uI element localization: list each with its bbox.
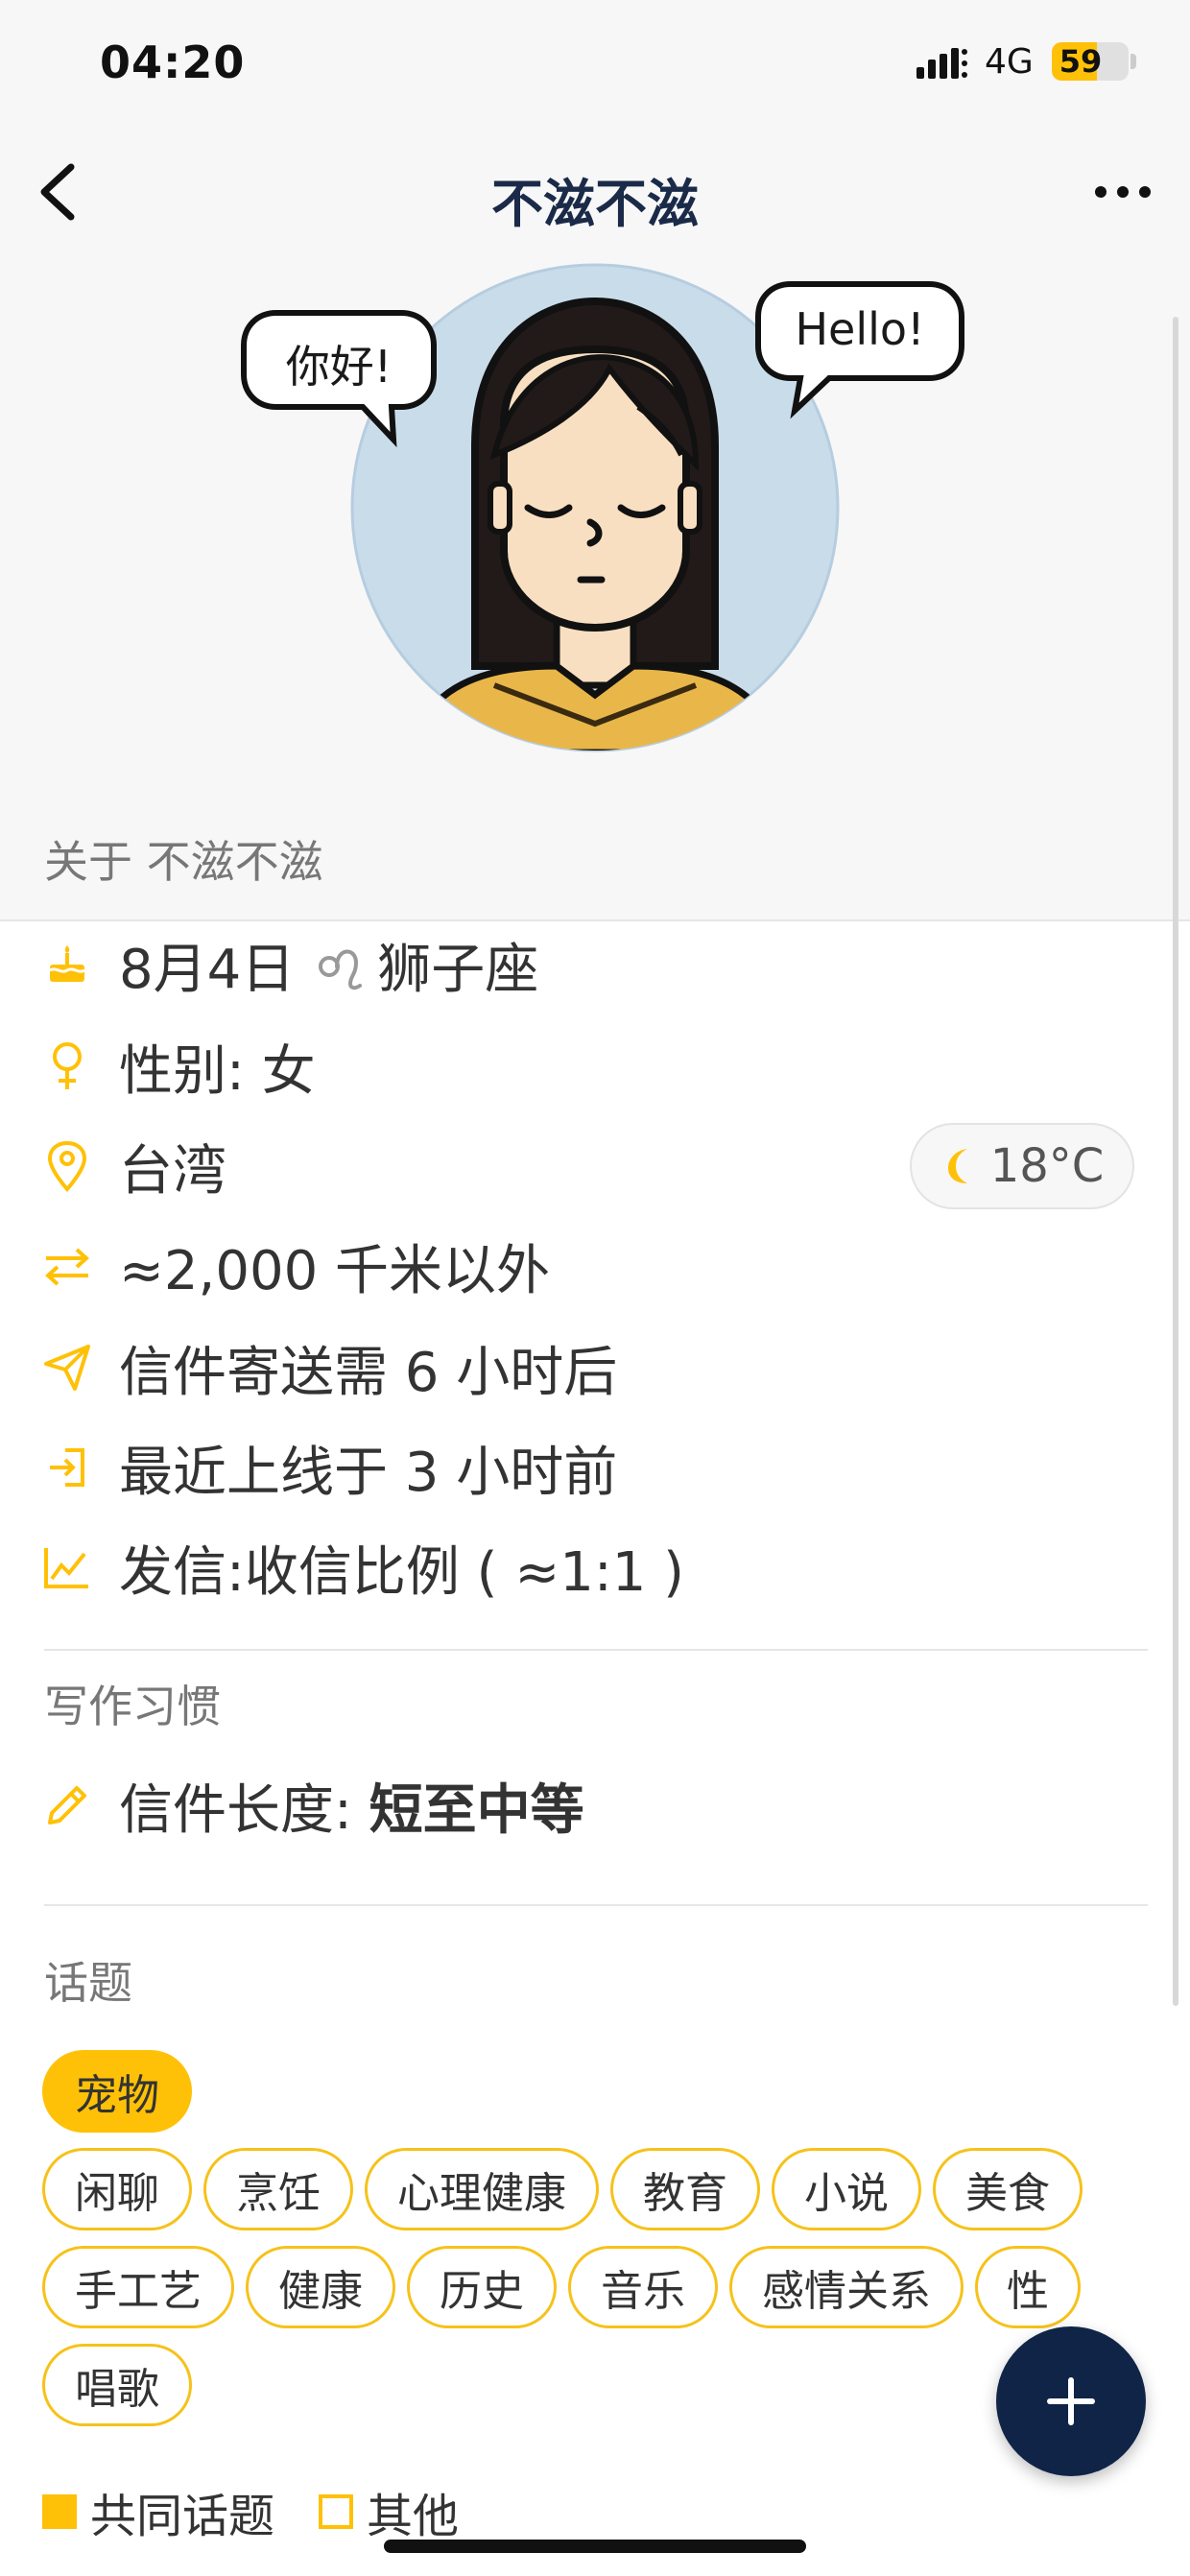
topic-tag[interactable]: 心理健康 <box>365 2148 599 2230</box>
moon-icon <box>947 1149 967 1183</box>
divider <box>44 1649 1148 1651</box>
profile-header: 不滋不滋 你好! Hello! <box>0 134 1190 921</box>
location-text: 台湾 <box>119 1139 226 1203</box>
leo-icon <box>319 949 363 990</box>
topic-tag[interactable]: 唱歌 <box>42 2344 192 2426</box>
battery-icon: 59 <box>1052 42 1129 81</box>
female-icon <box>38 1038 96 1095</box>
topic-tag-label: 美食 <box>965 2169 1050 2218</box>
pencil-icon <box>38 1777 96 1834</box>
delivery-row: 信件寄送需 6 小时后 <box>38 1324 617 1411</box>
more-dots-icon <box>1095 186 1151 198</box>
letter-length-label: 信件长度: <box>119 1778 369 1842</box>
topic-tag-label: 感情关系 <box>762 2267 931 2316</box>
send-icon <box>38 1339 96 1396</box>
topic-tag[interactable]: 教育 <box>610 2148 760 2230</box>
gender-row: 性别: 女 <box>38 1023 316 1109</box>
distance-text: ≈2,000 千米以外 <box>119 1239 551 1302</box>
speech-bubble-shape <box>755 281 964 419</box>
weather-chip[interactable]: 18°C <box>910 1123 1134 1209</box>
network-type: 4G <box>985 42 1034 82</box>
topic-tag[interactable]: 烹饪 <box>203 2148 353 2230</box>
topic-tag-label: 烹饪 <box>236 2169 321 2218</box>
cake-icon <box>38 936 96 993</box>
more-button[interactable] <box>1084 173 1161 211</box>
distance-row: ≈2,000 千米以外 <box>38 1223 550 1309</box>
divider <box>44 1904 1148 1906</box>
topic-tag[interactable]: 性 <box>975 2246 1081 2328</box>
status-time: 04:20 <box>100 36 246 88</box>
home-indicator[interactable] <box>384 2540 806 2553</box>
profile-screen: 04:20 4G 59 不滋不滋 你好! Hello! 关于 不滋不滋 8月4日… <box>0 0 1190 2576</box>
letter-length-value: 短至中等 <box>369 1778 584 1842</box>
weather-temp: 18°C <box>989 1139 1105 1193</box>
writing-section-title: 写作习惯 <box>44 1681 221 1732</box>
signal-icon <box>916 48 967 79</box>
battery-level: 59 <box>1059 43 1103 80</box>
login-icon <box>38 1439 96 1496</box>
bubble-left-text: 你好! <box>285 341 393 393</box>
topic-tag-label: 手工艺 <box>75 2267 202 2316</box>
last-online-text: 最近上线于 3 小时前 <box>119 1441 618 1504</box>
legend-other-swatch <box>319 2494 354 2529</box>
delivery-text: 信件寄送需 6 小时后 <box>119 1341 618 1404</box>
zodiac-text: 狮子座 <box>377 938 539 1001</box>
topic-tag-label: 健康 <box>278 2267 363 2316</box>
ratio-row: 发信:收信比例 ( ≈1:1 ) <box>38 1524 684 1610</box>
birthday-row: 8月4日 狮子座 <box>38 921 538 1008</box>
topic-tag[interactable]: 宠物 <box>42 2050 192 2133</box>
topic-tag-label: 心理健康 <box>397 2169 566 2218</box>
birthday-text: 8月4日 <box>119 938 296 1001</box>
topic-tag[interactable]: 小说 <box>772 2148 921 2230</box>
legend-common-label: 共同话题 <box>90 2490 275 2543</box>
write-letter-button[interactable] <box>996 2326 1146 2476</box>
speech-bubble-right: Hello! <box>752 278 967 432</box>
page-title: 不滋不滋 <box>491 174 699 234</box>
gender-text: 性别: 女 <box>119 1039 316 1103</box>
topic-tag-label: 性 <box>1007 2267 1049 2316</box>
topic-tag[interactable]: 历史 <box>407 2246 557 2328</box>
topic-tag[interactable]: 感情关系 <box>729 2246 964 2328</box>
swap-arrows-icon <box>38 1237 96 1295</box>
topic-tag-label: 宠物 <box>75 2071 159 2120</box>
legend-common-swatch <box>42 2494 77 2529</box>
letter-length-text: 信件长度: 短至中等 <box>119 1767 584 1845</box>
location-pin-icon <box>38 1137 96 1195</box>
topics-section-title: 话题 <box>44 1957 132 2009</box>
topic-tag-label: 教育 <box>643 2169 727 2218</box>
topic-tag-label: 小说 <box>804 2169 889 2218</box>
battery-nub <box>1130 54 1136 69</box>
chart-icon <box>38 1538 96 1596</box>
plus-icon <box>1047 2377 1095 2425</box>
topic-tag[interactable]: 手工艺 <box>42 2246 234 2328</box>
last-online-row: 最近上线于 3 小时前 <box>38 1424 617 1511</box>
topic-tag-label: 闲聊 <box>75 2169 159 2218</box>
location-row: 台湾 <box>38 1123 226 1209</box>
ratio-text: 发信:收信比例 ( ≈1:1 ) <box>119 1540 685 1604</box>
topics-legend: 共同话题 其他 <box>42 2478 459 2545</box>
topic-tag[interactable]: 美食 <box>933 2148 1083 2230</box>
topic-tag-label: 唱歌 <box>75 2365 159 2414</box>
topic-tag-label: 历史 <box>440 2267 524 2316</box>
bubble-right-text: Hello! <box>795 303 925 355</box>
topic-tag[interactable]: 闲聊 <box>42 2148 192 2230</box>
speech-bubble-left: 你好! <box>238 307 440 461</box>
topic-tag[interactable]: 音乐 <box>568 2246 718 2328</box>
status-bar: 04:20 4G 59 <box>0 0 1190 134</box>
topic-tag[interactable]: 健康 <box>246 2246 395 2328</box>
letter-length-row: 信件长度: 短至中等 <box>38 1762 584 1849</box>
topic-tag-label: 音乐 <box>601 2267 685 2316</box>
scrollbar[interactable] <box>1173 317 1178 2006</box>
about-section-title: 关于 不滋不滋 <box>44 836 323 888</box>
legend-other-label: 其他 <box>367 2490 460 2543</box>
